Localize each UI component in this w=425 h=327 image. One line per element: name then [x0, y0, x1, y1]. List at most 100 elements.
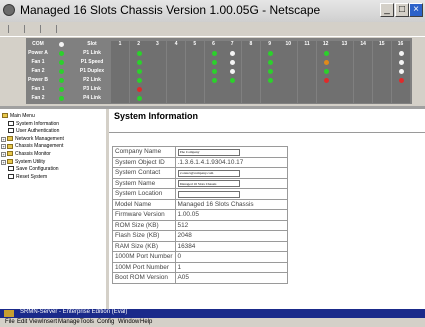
field-value-cell	[174, 188, 289, 200]
slot-column[interactable]	[241, 41, 260, 103]
field-value-cell: 16384	[174, 240, 289, 252]
chassis-row-label: COM	[32, 41, 44, 47]
slot-column[interactable]	[279, 41, 298, 103]
server-menu-edit[interactable]: Edit	[17, 319, 27, 325]
slot-led	[398, 69, 404, 74]
system-info-table: Company NameSystem Object ID.1.3.6.1.4.1…	[112, 146, 289, 284]
field-value-cell	[174, 146, 289, 158]
slot-row-label: Slot	[87, 41, 97, 47]
server-menu-view[interactable]: View	[29, 319, 42, 325]
slot-column[interactable]	[354, 41, 373, 103]
expand-toggle-icon[interactable]: +	[1, 152, 6, 157]
status-led	[59, 87, 64, 92]
folder-icon	[2, 113, 8, 119]
server-app-icon	[4, 310, 14, 317]
page-icon	[8, 128, 14, 134]
nav-item[interactable]: Reset System	[8, 174, 47, 181]
nav-item[interactable]: Network Management	[7, 136, 64, 143]
nav-item[interactable]: Main Menu	[2, 113, 35, 120]
server-menu-insert[interactable]: Insert	[42, 319, 57, 325]
slot-row-label: P4 Link	[83, 95, 101, 101]
status-led	[59, 42, 64, 47]
field-value-cell: Managed 16 Slots Chassis	[174, 198, 289, 210]
field-value-cell: 1.00.05	[174, 209, 289, 221]
nav-item[interactable]: Chassis Monitor	[7, 151, 51, 158]
field-label: System Contact	[112, 167, 176, 179]
server-menu-config[interactable]: Config	[97, 319, 114, 325]
slot-column[interactable]	[148, 41, 167, 103]
status-led	[59, 69, 64, 74]
nav-item[interactable]: Save Configuration	[8, 166, 59, 173]
page-icon	[8, 173, 14, 179]
field-value-cell: 0	[174, 251, 289, 263]
slot-number: 2	[137, 41, 141, 47]
slot-led	[398, 78, 404, 83]
nav-item-label: Reset System	[16, 173, 48, 180]
slot-led	[136, 96, 142, 101]
field-label: Boot ROM Version	[112, 272, 176, 284]
slot-column[interactable]	[167, 41, 186, 103]
field-input[interactable]	[177, 148, 240, 156]
netscape-app-icon	[3, 4, 15, 16]
nav-item[interactable]: System Utility	[7, 159, 45, 166]
slot-column[interactable]	[298, 41, 316, 103]
table-row: Company Name	[112, 146, 289, 158]
slot-column[interactable]	[111, 41, 129, 103]
slot-led	[398, 60, 404, 65]
field-value-cell: 512	[174, 219, 289, 231]
nav-item[interactable]: User Authentication	[8, 128, 59, 135]
field-input[interactable]	[177, 190, 240, 198]
field-label: Company Name	[112, 146, 176, 158]
server-menu-help[interactable]: Help	[140, 319, 152, 325]
slot-column[interactable]	[185, 41, 204, 103]
slot-led	[267, 60, 273, 65]
table-row: System Contact	[112, 167, 289, 179]
slot-led	[323, 60, 329, 65]
minimize-button[interactable]: _	[380, 3, 394, 17]
table-row: Model Name Managed 16 Slots Chassis	[112, 198, 289, 210]
server-menu-window[interactable]: Window	[118, 319, 139, 325]
maximize-button[interactable]: □	[395, 3, 409, 17]
field-label: Firmware Version	[112, 209, 176, 221]
slot-number: 5	[193, 41, 197, 47]
slot-number: 16	[397, 41, 404, 47]
table-row: Firmware Version 1.00.05	[112, 209, 289, 221]
nav-item[interactable]: Chassis Management	[7, 143, 63, 150]
server-menu-manage[interactable]: Manage	[58, 319, 80, 325]
chassis-panel: COM Power A Fan 1 Fan 2 Power B Fan 1 Fan 2 Slo…	[26, 38, 412, 104]
slot-number: 4	[174, 41, 178, 47]
server-menu-tools[interactable]: Tools	[80, 319, 94, 325]
expand-toggle-icon[interactable]: +	[1, 136, 6, 142]
table-row: System Name	[112, 177, 289, 189]
slot-led	[267, 78, 273, 83]
slot-led	[211, 69, 217, 74]
nav-item[interactable]: System Information	[8, 121, 59, 128]
status-led	[59, 78, 64, 83]
slot-led	[136, 87, 142, 92]
server-menu-file[interactable]: File	[5, 319, 15, 325]
expand-toggle-icon[interactable]: +	[1, 144, 6, 150]
field-value-cell	[174, 177, 289, 189]
field-input[interactable]	[177, 169, 240, 177]
slot-led	[211, 78, 217, 83]
close-button[interactable]: ×	[409, 3, 423, 17]
title-bar: Managed 16 Slots Chassis Version 1.00.05…	[0, 0, 425, 23]
server-title-bar: SRMN-Server - Enterprise Edition (Eval)	[0, 309, 425, 318]
page-icon	[8, 120, 14, 126]
expand-toggle-icon[interactable]: +	[1, 159, 6, 165]
field-label: System Name	[112, 177, 176, 189]
slot-column[interactable]	[335, 41, 354, 103]
status-led	[59, 96, 64, 101]
chassis-row-label: Fan 1	[31, 86, 45, 92]
field-value-cell: A05	[174, 272, 289, 284]
table-row: ROM Size (KB) 512	[112, 219, 289, 231]
field-label: 100M Port Number	[112, 261, 176, 273]
server-window-title: SRMN-Server - Enterprise Edition (Eval)	[20, 309, 128, 315]
chassis-row-label: Fan 2	[31, 95, 45, 101]
slot-number: 9	[268, 41, 271, 47]
nav-item-label: System Utility	[15, 158, 46, 165]
slot-led	[323, 51, 329, 56]
field-value: 0	[177, 253, 182, 261]
field-input[interactable]	[177, 180, 240, 187]
slot-column[interactable]	[372, 41, 391, 103]
